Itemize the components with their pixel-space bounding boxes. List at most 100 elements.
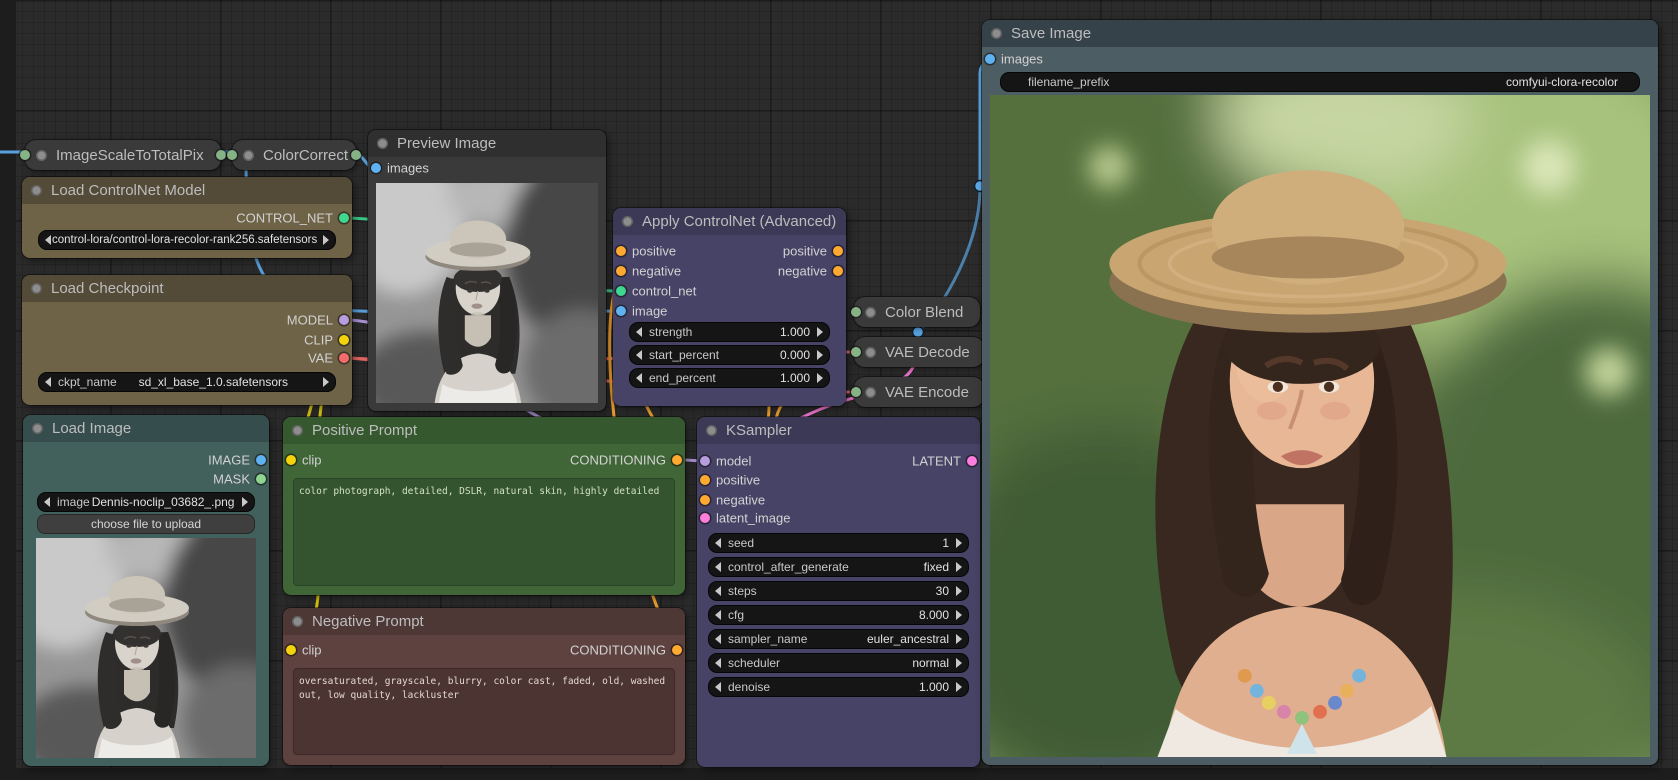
positive-output-dot[interactable] (833, 246, 843, 256)
collapse-toggle-icon[interactable] (865, 307, 876, 318)
vae-output-dot[interactable] (339, 353, 349, 363)
node-header[interactable]: Apply ControlNet (Advanced) (613, 208, 846, 235)
denoise-widget[interactable]: denoise 1.000 (708, 677, 969, 697)
decrement-icon[interactable] (715, 538, 721, 548)
node-vae-decode[interactable]: VAE Decode (854, 337, 984, 367)
prev-option-icon[interactable] (715, 658, 721, 668)
filename-prefix-widget[interactable]: filename_prefix comfyui-clora-recolor (1000, 72, 1640, 92)
decrement-icon[interactable] (715, 586, 721, 596)
prompt-textarea[interactable]: color photograph, detailed, DSLR, natura… (293, 478, 675, 586)
model-input-dot[interactable] (700, 456, 710, 466)
collapse-toggle-icon[interactable] (292, 425, 303, 436)
reroute-dot-lower[interactable] (913, 327, 924, 338)
collapse-toggle-icon[interactable] (865, 387, 876, 398)
control-after-generate-widget[interactable]: control_after_generate fixed (708, 557, 969, 577)
node-header[interactable]: Positive Prompt (283, 417, 685, 444)
next-option-icon[interactable] (242, 497, 248, 507)
prev-option-icon[interactable] (715, 634, 721, 644)
controlnet-name-widget[interactable]: control-lora/control-lora-recolor-rank25… (38, 230, 336, 250)
decrement-icon[interactable] (715, 610, 721, 620)
collapsed-input-dot[interactable] (851, 387, 861, 397)
node-load-controlnet[interactable]: Load ControlNet Model CONTROL_NET contro… (22, 177, 352, 258)
image-output-dot[interactable] (256, 455, 266, 465)
control-net-output-dot[interactable] (339, 213, 349, 223)
next-option-icon[interactable] (323, 235, 329, 245)
collapse-toggle-icon[interactable] (243, 150, 254, 161)
node-header[interactable]: Load Checkpoint (22, 275, 352, 302)
increment-icon[interactable] (956, 682, 962, 692)
node-apply-controlnet[interactable]: Apply ControlNet (Advanced) positive pos… (613, 208, 846, 406)
images-input-dot[interactable] (985, 54, 995, 64)
next-option-icon[interactable] (956, 562, 962, 572)
increment-icon[interactable] (956, 538, 962, 548)
image-input-dot[interactable] (616, 306, 626, 316)
node-vae-encode[interactable]: VAE Encode (854, 377, 984, 407)
collapsed-input-dot[interactable] (227, 150, 237, 160)
conditioning-output-dot[interactable] (672, 455, 682, 465)
collapse-toggle-icon[interactable] (31, 283, 42, 294)
cfg-widget[interactable]: cfg 8.000 (708, 605, 969, 625)
increment-icon[interactable] (956, 586, 962, 596)
collapsed-input-dot[interactable] (20, 150, 30, 160)
prev-option-icon[interactable] (44, 497, 50, 507)
collapse-toggle-icon[interactable] (377, 138, 388, 149)
latent-image-input-dot[interactable] (700, 513, 710, 523)
ckpt-name-widget[interactable]: ckpt_name sd_xl_base_1.0.safetensors (38, 372, 336, 392)
negative-output-dot[interactable] (833, 266, 843, 276)
prev-option-icon[interactable] (715, 562, 721, 572)
negative-input-dot[interactable] (700, 495, 710, 505)
collapse-toggle-icon[interactable] (865, 347, 876, 358)
node-header[interactable]: KSampler (697, 417, 980, 444)
prompt-textarea[interactable]: oversaturated, grayscale, blurry, color … (293, 668, 675, 755)
collapse-toggle-icon[interactable] (622, 216, 633, 227)
node-header[interactable]: Save Image (982, 20, 1658, 47)
node-graph-canvas[interactable]: ImageScaleToTotalPix ColorCorrect Load C… (0, 0, 1678, 780)
model-output-dot[interactable] (339, 315, 349, 325)
control-net-input-dot[interactable] (616, 286, 626, 296)
node-color-blend[interactable]: Color Blend (854, 297, 980, 327)
node-negative-prompt[interactable]: Negative Prompt clip CONDITIONING oversa… (283, 608, 685, 765)
positive-input-dot[interactable] (616, 246, 626, 256)
clip-output-dot[interactable] (339, 335, 349, 345)
node-load-image[interactable]: Load Image IMAGE MASK image Dennis-nocli… (23, 415, 269, 766)
collapsed-output-dot[interactable] (216, 150, 226, 160)
seed-widget[interactable]: seed 1 (708, 533, 969, 553)
node-preview-image[interactable]: Preview Image images (368, 130, 606, 411)
collapse-toggle-icon[interactable] (991, 28, 1002, 39)
collapse-toggle-icon[interactable] (31, 185, 42, 196)
collapse-toggle-icon[interactable] (292, 616, 303, 627)
increment-icon[interactable] (817, 327, 823, 337)
next-option-icon[interactable] (956, 658, 962, 668)
collapsed-input-dot[interactable] (851, 307, 861, 317)
node-image-scale[interactable]: ImageScaleToTotalPix (25, 140, 221, 170)
latent-output-dot[interactable] (967, 456, 977, 466)
increment-icon[interactable] (956, 610, 962, 620)
decrement-icon[interactable] (636, 350, 642, 360)
collapsed-input-dot[interactable] (851, 347, 861, 357)
node-header[interactable]: Load ControlNet Model (22, 177, 352, 204)
node-save-image[interactable]: Save Image images filename_prefix comfyu… (982, 20, 1658, 765)
clip-input-dot[interactable] (286, 645, 296, 655)
positive-input-dot[interactable] (700, 475, 710, 485)
negative-input-dot[interactable] (616, 266, 626, 276)
end-percent-widget[interactable]: end_percent 1.000 (629, 368, 830, 388)
prev-option-icon[interactable] (45, 377, 51, 387)
decrement-icon[interactable] (715, 682, 721, 692)
node-header[interactable]: Load Image (23, 415, 269, 442)
node-load-checkpoint[interactable]: Load Checkpoint MODEL CLIP VAE ckpt_name… (22, 275, 352, 405)
node-ksampler[interactable]: KSampler model LATENT positive negative … (697, 417, 980, 767)
next-option-icon[interactable] (323, 377, 329, 387)
clip-input-dot[interactable] (286, 455, 296, 465)
node-positive-prompt[interactable]: Positive Prompt clip CONDITIONING color … (283, 417, 685, 595)
images-input-dot[interactable] (371, 163, 381, 173)
scheduler-widget[interactable]: scheduler normal (708, 653, 969, 673)
start-percent-widget[interactable]: start_percent 0.000 (629, 345, 830, 365)
increment-icon[interactable] (817, 373, 823, 383)
conditioning-output-dot[interactable] (672, 645, 682, 655)
node-header[interactable]: Preview Image (368, 130, 606, 157)
decrement-icon[interactable] (636, 327, 642, 337)
collapse-toggle-icon[interactable] (36, 150, 47, 161)
next-option-icon[interactable] (956, 634, 962, 644)
sampler-name-widget[interactable]: sampler_name euler_ancestral (708, 629, 969, 649)
collapse-toggle-icon[interactable] (32, 423, 43, 434)
